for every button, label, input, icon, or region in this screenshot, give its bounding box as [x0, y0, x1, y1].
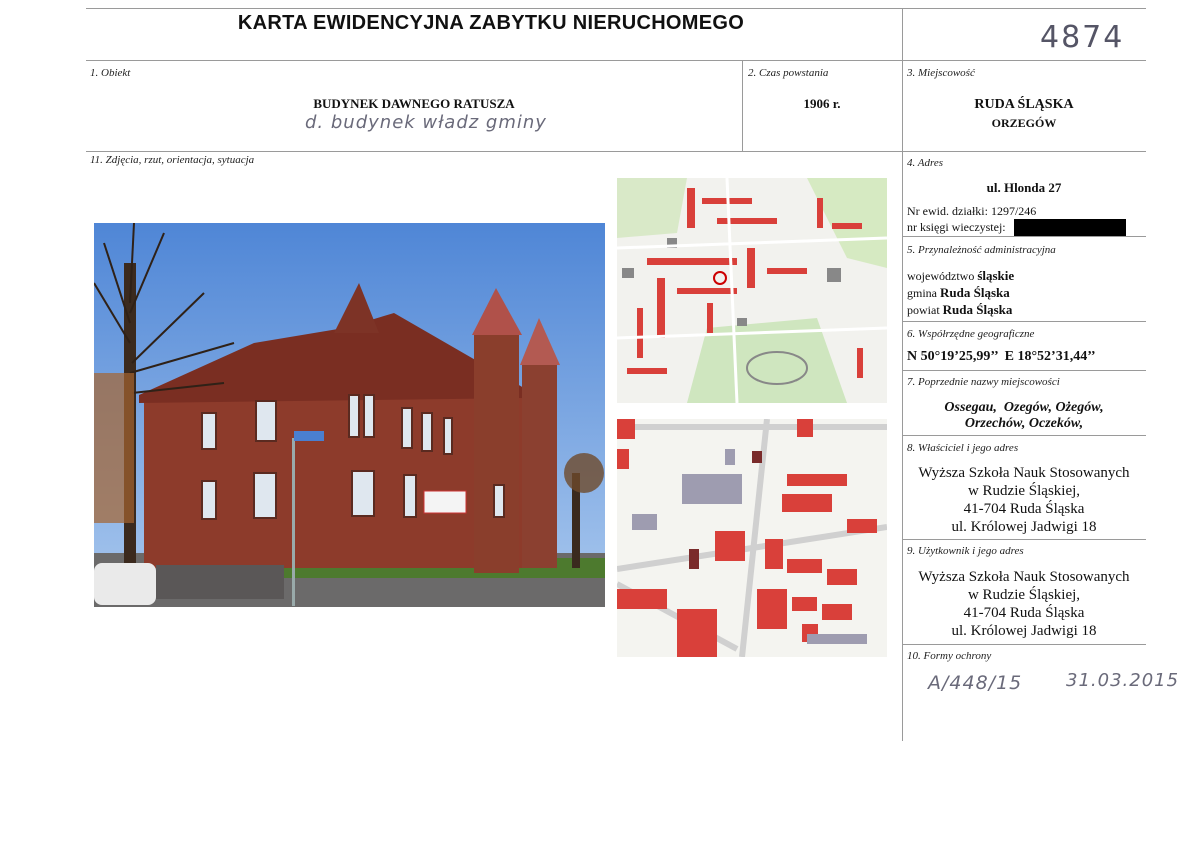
user-line: Wyższa Szkoła Nauk Stosowanych — [918, 569, 1130, 585]
sep-owner — [902, 539, 1146, 540]
adres-ledger: nr księgi wieczystej: — [907, 220, 1006, 234]
protection-date: 31.03.2015 — [1066, 670, 1180, 691]
admin-powiat-value: Ruda Śląska — [942, 302, 1013, 317]
ledger-redaction — [1014, 219, 1126, 236]
admin-gmina-value: Ruda Śląska — [940, 285, 1010, 300]
site-plan-illustration — [617, 419, 887, 657]
adres-parcel: Nr ewid. działki: 1297/246 — [907, 204, 1037, 218]
miejscowosc-district: ORZEGÓW — [991, 116, 1057, 130]
top-border — [86, 8, 1146, 9]
owner-address: Wyższa Szkoła Nauk Stosowanych w Rudzie … — [902, 464, 1146, 536]
prev-names-label: 7. Poprzednie nazwy miejscowości — [907, 376, 1060, 388]
user-label: 9. Użytkownik i jego adres — [907, 545, 1024, 557]
sep-user — [902, 644, 1146, 645]
miejscowosc-city: RUDA ŚLĄSKA — [974, 97, 1074, 112]
user-line: w Rudzie Śląskiej, — [967, 587, 1081, 603]
sep-admin — [902, 321, 1146, 322]
czas-value: 1906 r. — [803, 96, 841, 111]
obiekt-name: BUDYNEK DAWNEGO RATUSZA — [313, 96, 515, 111]
sep-coords — [902, 370, 1146, 371]
user-address: Wyższa Szkoła Nauk Stosowanych w Rudzie … — [902, 568, 1146, 640]
zdjecia-label: 11. Zdjęcia, rzut, orientacja, sytuacja — [90, 154, 255, 166]
protection-label: 10. Formy ochrony — [907, 650, 992, 662]
building-photo-illustration — [94, 223, 605, 607]
owner-line: Wyższa Szkoła Nauk Stosowanych — [918, 465, 1130, 481]
admin-powiat-prefix: powiat — [907, 303, 943, 317]
prev-names-line1: Ossegau, Ozegów, Ożegów, — [944, 400, 1104, 415]
card-number: 4874 — [1040, 20, 1125, 55]
admin-gmina-prefix: gmina — [907, 286, 940, 300]
location-map — [617, 178, 887, 403]
adres-street: ul. Hlonda 27 — [986, 180, 1062, 195]
admin-woj-prefix: województwo — [907, 269, 978, 283]
admin-label: 5. Przynależność administracyjna — [907, 244, 1056, 256]
czas-label: 2. Czas powstania — [748, 67, 829, 79]
protection-register: A/448/15 — [928, 672, 1023, 694]
admin-woj: województwo śląskie — [907, 268, 1014, 284]
sep-names — [902, 435, 1146, 436]
owner-line: w Rudzie Śląskiej, — [967, 483, 1081, 499]
header-bottom-line — [86, 60, 1146, 61]
obiekt-handwritten-note: d. budynek władz gminy — [305, 112, 547, 133]
owner-line: ul. Królowej Jadwigi 18 — [951, 519, 1097, 535]
prev-names-line2: Orzechów, Oczeków, — [964, 416, 1084, 431]
coords-value: N 50°19’25,99’’ E 18°52’31,44’’ — [907, 349, 1096, 364]
owner-line: 41-704 Ruda Śląska — [963, 501, 1085, 517]
sep-adres — [902, 236, 1146, 237]
page-title: KARTA EWIDENCYJNA ZABYTKU NIERUCHOMEGO — [237, 12, 745, 34]
admin-gmina: gmina Ruda Śląska — [907, 285, 1010, 301]
coords-label: 6. Współrzędne geograficzne — [907, 328, 1035, 340]
obiekt-label: 1. Obiekt — [90, 67, 131, 79]
miejscowosc-label: 3. Miejscowość — [907, 67, 975, 79]
admin-powiat: powiat Ruda Śląska — [907, 302, 1012, 318]
user-line: 41-704 Ruda Śląska — [963, 605, 1085, 621]
admin-woj-value: śląskie — [977, 268, 1015, 283]
building-photo — [94, 223, 605, 607]
site-plan-map — [617, 419, 887, 657]
owner-label: 8. Właściciel i jego adres — [907, 442, 1019, 454]
user-line: ul. Królowej Jadwigi 18 — [951, 623, 1097, 639]
row1-bottom-line — [86, 151, 1146, 152]
adres-label: 4. Adres — [907, 157, 944, 169]
location-map-illustration — [617, 178, 887, 403]
